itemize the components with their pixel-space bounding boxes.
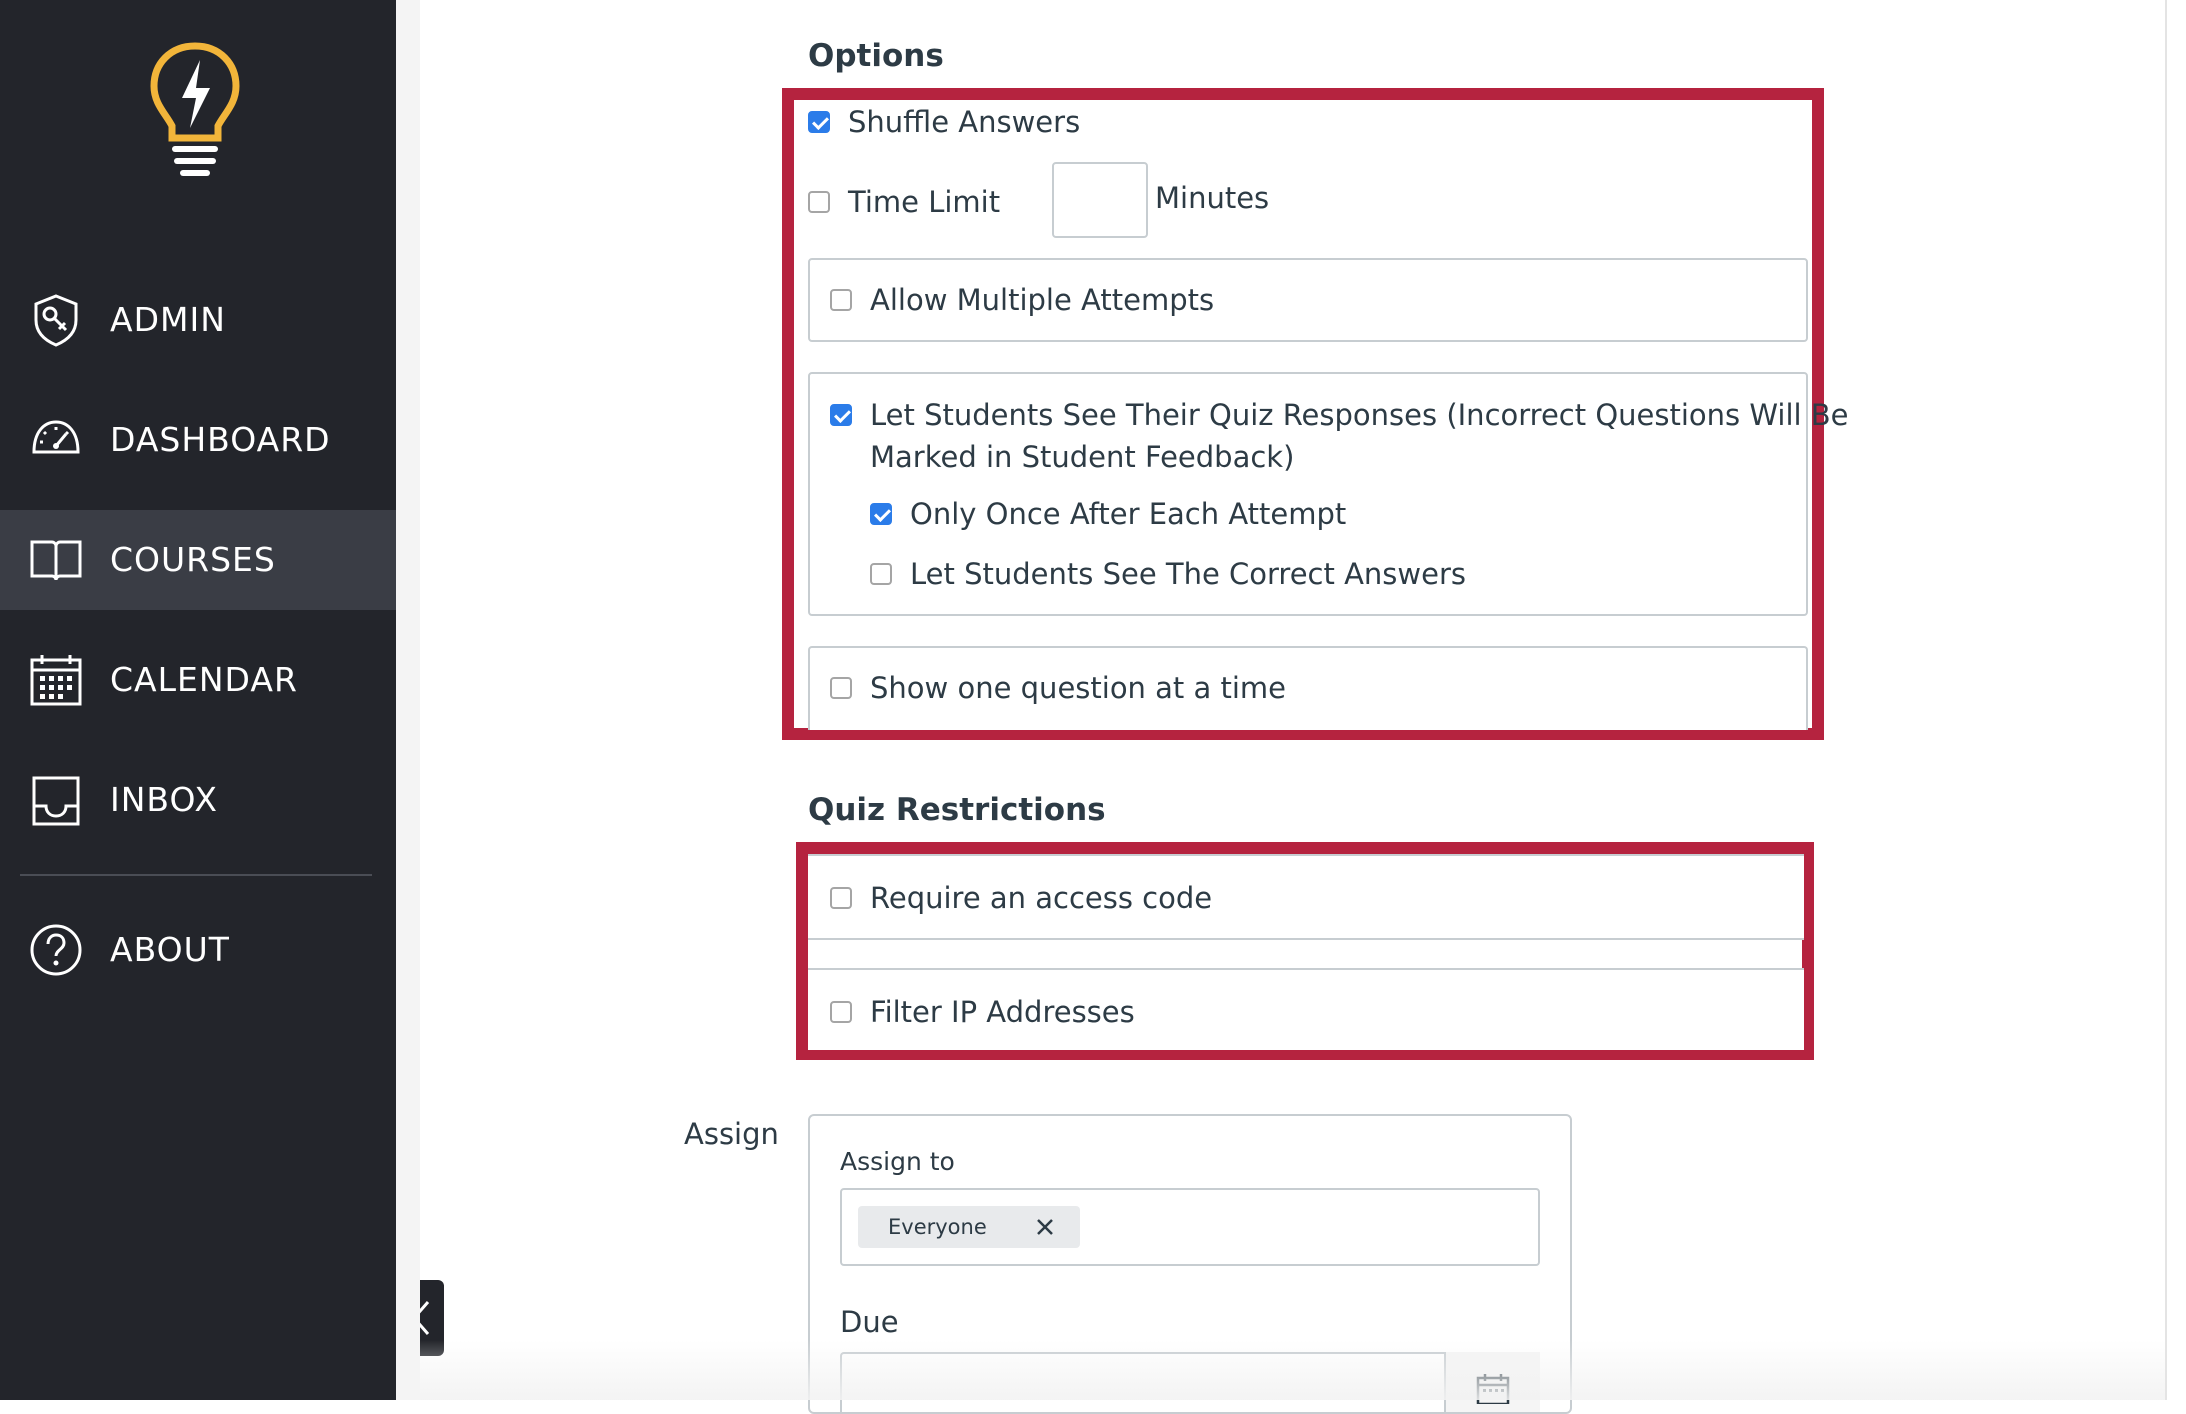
time-limit-label: Time Limit bbox=[848, 185, 1001, 219]
nav-item-calendar[interactable]: CALENDAR bbox=[0, 630, 396, 730]
shuffle-answers-option[interactable]: Shuffle Answers bbox=[808, 102, 1080, 142]
nav-item-about[interactable]: ABOUT bbox=[0, 900, 396, 1000]
assignee-tag-everyone[interactable]: Everyone bbox=[858, 1206, 1080, 1248]
access-code-option[interactable]: Require an access code bbox=[830, 878, 1212, 918]
access-code-label: Require an access code bbox=[870, 881, 1213, 915]
remove-tag-x-icon[interactable] bbox=[1034, 1216, 1056, 1238]
filter-ip-option[interactable]: Filter IP Addresses bbox=[830, 992, 1135, 1032]
once-after-attempt-label: Only Once After Each Attempt bbox=[910, 497, 1347, 531]
shuffle-answers-checkbox[interactable] bbox=[808, 111, 830, 133]
nav-label-dashboard: DASHBOARD bbox=[110, 420, 331, 459]
courses-book-icon bbox=[30, 540, 82, 581]
time-limit-minutes-input[interactable] bbox=[1052, 162, 1148, 238]
filter-ip-label: Filter IP Addresses bbox=[870, 995, 1135, 1029]
filter-ip-checkbox[interactable] bbox=[830, 1001, 852, 1023]
nav-item-courses[interactable]: COURSES bbox=[0, 510, 396, 610]
assign-label: Assign bbox=[684, 1117, 779, 1151]
see-responses-option[interactable] bbox=[830, 394, 870, 426]
inbox-tray-icon bbox=[32, 776, 80, 826]
nav-label-about: ABOUT bbox=[110, 930, 230, 969]
quiz-restrictions-heading: Quiz Restrictions bbox=[808, 792, 1106, 828]
nav-label-inbox: INBOX bbox=[110, 780, 218, 819]
see-responses-checkbox[interactable] bbox=[830, 404, 852, 426]
one-question-checkbox[interactable] bbox=[830, 677, 852, 699]
minutes-unit-label: Minutes bbox=[1155, 181, 1270, 215]
see-correct-answers-label: Let Students See The Correct Answers bbox=[910, 557, 1467, 591]
global-nav-sidebar: ADMIN DASHBOARD COURSES CALENDAR INBOX A… bbox=[0, 0, 396, 1400]
about-question-icon bbox=[30, 924, 82, 976]
shuffle-answers-label: Shuffle Answers bbox=[848, 105, 1081, 139]
nav-label-admin: ADMIN bbox=[110, 300, 226, 339]
multiple-attempts-option[interactable]: Allow Multiple Attempts bbox=[830, 280, 1214, 320]
one-question-option[interactable]: Show one question at a time bbox=[830, 668, 1286, 708]
dashboard-gauge-icon bbox=[32, 420, 80, 454]
see-correct-answers-checkbox[interactable] bbox=[870, 563, 892, 585]
multiple-attempts-checkbox[interactable] bbox=[830, 289, 852, 311]
nav-item-dashboard[interactable]: DASHBOARD bbox=[0, 390, 396, 490]
content-gutter bbox=[396, 0, 420, 1400]
options-heading: Options bbox=[808, 38, 944, 74]
nav-item-inbox[interactable]: INBOX bbox=[0, 750, 396, 850]
due-date-input[interactable] bbox=[840, 1352, 1540, 1412]
time-limit-checkbox[interactable] bbox=[808, 191, 830, 213]
nav-label-courses: COURSES bbox=[110, 540, 276, 579]
nav-divider bbox=[20, 874, 372, 876]
see-correct-answers-option[interactable]: Let Students See The Correct Answers bbox=[870, 554, 1466, 594]
time-limit-option[interactable]: Time Limit bbox=[808, 182, 1000, 222]
access-code-checkbox[interactable] bbox=[830, 887, 852, 909]
once-after-attempt-option[interactable]: Only Once After Each Attempt bbox=[870, 494, 1346, 534]
due-date-calendar-button[interactable] bbox=[1444, 1352, 1540, 1412]
see-responses-label-line1: Let Students See Their Quiz Responses (I… bbox=[870, 398, 1849, 432]
once-after-attempt-checkbox[interactable] bbox=[870, 503, 892, 525]
assignee-tag-label: Everyone bbox=[888, 1215, 987, 1239]
content-right-border bbox=[2165, 0, 2167, 1400]
due-label: Due bbox=[840, 1305, 899, 1339]
see-responses-label-line2: Marked in Student Feedback) bbox=[870, 440, 1295, 474]
nav-label-calendar: CALENDAR bbox=[110, 660, 298, 699]
lightbulb-logo-icon[interactable] bbox=[150, 42, 240, 182]
assign-to-label: Assign to bbox=[840, 1147, 955, 1176]
nav-item-admin[interactable]: ADMIN bbox=[0, 270, 396, 370]
multiple-attempts-label: Allow Multiple Attempts bbox=[870, 283, 1215, 317]
one-question-label: Show one question at a time bbox=[870, 671, 1287, 705]
calendar-icon bbox=[30, 655, 82, 706]
admin-shield-icon bbox=[34, 294, 78, 347]
see-responses-label: Let Students See Their Quiz Responses (I… bbox=[870, 394, 1849, 478]
